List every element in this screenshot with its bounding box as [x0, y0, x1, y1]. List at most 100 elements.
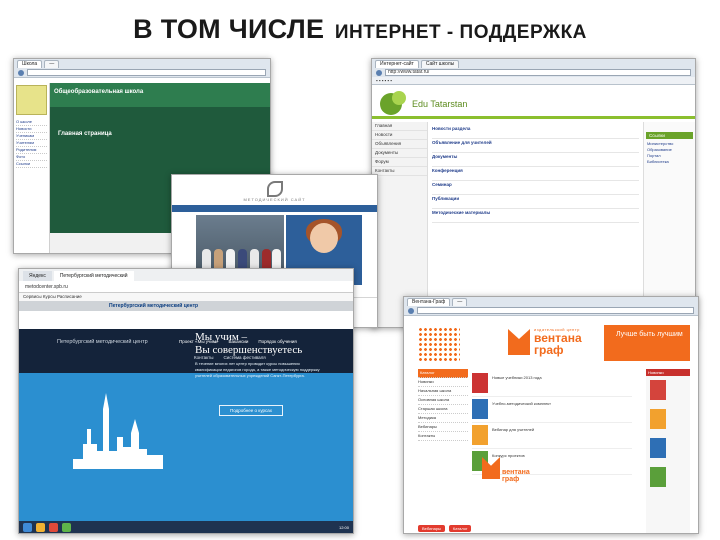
brand-name: издательский центр вентана граф: [534, 327, 582, 356]
menu-item[interactable]: Учителям: [16, 140, 47, 147]
list-item[interactable]: Методические материалы: [432, 209, 639, 223]
list-item[interactable]: Учебно-методический комплект: [472, 397, 632, 423]
list-item[interactable]: Семинар: [432, 181, 639, 195]
logo-line: вентана: [502, 469, 530, 476]
browser-chrome: Интернет-сайт Сайт школы http://www.tata…: [372, 59, 695, 85]
menu-item[interactable]: Родителям: [16, 147, 47, 154]
browser-chrome: Вентана-Граф —: [404, 297, 698, 316]
nav-item[interactable]: Методика: [418, 414, 468, 423]
screenshot-spb-method-center: Яндекс Петербургский методический metodc…: [18, 268, 354, 534]
promo-banner[interactable]: Лучше быть лучшим: [604, 325, 690, 361]
slide-title-sub: ИНТЕРНЕТ - ПОДДЕРЖКА: [334, 22, 587, 43]
site-brand: Общеобразовательная школа: [54, 89, 144, 95]
screenshot-ventana-graf: Вентана-Граф — издательский центр вентан…: [403, 296, 699, 534]
book-cover[interactable]: [650, 409, 666, 429]
hero-headline-line: Вы совершенствуетесь: [195, 344, 303, 356]
banner-text: Лучше быть лучшим: [616, 331, 683, 338]
list-item[interactable]: Документы: [432, 153, 639, 167]
site-caption: МЕТОДИЧЕСКИЙ САЙТ: [243, 197, 306, 202]
nav-item[interactable]: Объявления: [372, 140, 427, 149]
nav-item[interactable]: Документы: [372, 149, 427, 158]
address-bar: [14, 68, 270, 77]
list-item-title: Конференция: [432, 168, 463, 173]
nav-item[interactable]: Форум: [372, 158, 427, 167]
nav-header: Каталог: [418, 369, 468, 378]
list-item[interactable]: Новости раздела: [432, 125, 639, 139]
url-field[interactable]: metodcenter.spb.ru: [19, 281, 353, 293]
browser-tab[interactable]: Вентана-Граф: [407, 298, 451, 306]
menu-item[interactable]: Ссылки: [16, 161, 47, 168]
nav-item[interactable]: Старшая школа: [418, 405, 468, 414]
back-icon[interactable]: [18, 69, 24, 76]
nav-item[interactable]: Основная школа: [418, 396, 468, 405]
menu-item[interactable]: О школе: [16, 119, 47, 126]
news-list: Новые учебники 2013 года Учебно-методиче…: [472, 371, 632, 533]
list-item-title: Публикации: [432, 196, 460, 201]
site-logo-text: Edu Tatarstan: [412, 99, 468, 109]
book-thumbnail: [472, 399, 488, 419]
nav-item[interactable]: Новинки: [418, 378, 468, 387]
footer-link[interactable]: Вебинары: [418, 524, 445, 532]
list-item[interactable]: Вебинар для учителей: [472, 423, 632, 449]
list-item-title: Новые учебники 2013 года: [492, 375, 542, 380]
browser-tab[interactable]: Яндекс: [23, 271, 52, 281]
logo-mark-icon: [482, 457, 500, 479]
nav-item[interactable]: Начальная школа: [418, 387, 468, 396]
browser-tab[interactable]: Интернет-сайт: [375, 60, 419, 68]
url-field[interactable]: [417, 307, 694, 314]
tab-bar: Школа —: [14, 59, 270, 68]
book-cover[interactable]: [650, 438, 666, 458]
book-thumbnail: [472, 373, 488, 393]
back-icon[interactable]: [408, 307, 414, 314]
browser-icon[interactable]: [49, 522, 58, 532]
nav-item[interactable]: Вебинары: [418, 423, 468, 432]
nav-item[interactable]: Главная: [372, 122, 427, 131]
book-cover[interactable]: [650, 380, 666, 400]
menu-item[interactable]: Фото: [16, 154, 47, 161]
logo-icon: [266, 181, 283, 197]
right-link[interactable]: Библиотека: [644, 159, 695, 165]
site-brand: Петербургский методический центр: [57, 339, 148, 345]
browser-tab[interactable]: Сайт школы: [420, 60, 460, 68]
list-item-title: Методические материалы: [432, 210, 491, 215]
back-icon[interactable]: [376, 69, 382, 76]
slide-title: В ТОМ ЧИСЛЕ ИНТЕРНЕТ - ПОДДЕРЖКА: [0, 14, 720, 45]
folder-icon[interactable]: [36, 522, 45, 532]
left-nav: Каталог Новинки Начальная школа Основная…: [418, 369, 468, 533]
browser-tab[interactable]: Школа: [17, 60, 43, 68]
nav-item[interactable]: Главная: [172, 214, 193, 219]
nav-item[interactable]: Новости: [372, 131, 427, 140]
bookmarks-bar: Сервисы Курсы Расписание: [19, 293, 353, 301]
list-item-title: Семинар: [432, 182, 452, 187]
list-item[interactable]: Новые учебники 2013 года: [472, 371, 632, 397]
bookmarks-bar: ▪ ▪ ▪ ▪ ▪ ▪: [372, 77, 695, 84]
list-item[interactable]: Объявление для учителей: [432, 139, 639, 153]
start-icon[interactable]: [23, 522, 32, 532]
list-item-title: Вебинар для учителей: [492, 427, 535, 432]
book-thumbnail: [472, 425, 488, 445]
os-taskbar: 12:00: [19, 521, 353, 533]
left-column: О школе Новости Ученикам Учителям Родите…: [14, 83, 50, 253]
list-item-title: Учебно-методический комплект: [492, 401, 551, 406]
browser-tab[interactable]: —: [452, 298, 468, 306]
hero-headline: Мы учим – Вы совершенствуетесь: [195, 331, 302, 357]
url-field[interactable]: [27, 69, 266, 76]
nav-item[interactable]: Контакты: [372, 167, 427, 176]
url-field[interactable]: http://www.tatar.ru/: [385, 69, 691, 76]
nav-item[interactable]: Контакты: [418, 432, 468, 441]
city-skyline-icon: [73, 393, 163, 469]
secondary-logo: вентана граф: [482, 457, 530, 495]
menu-item[interactable]: Новости: [16, 126, 47, 133]
footer-link[interactable]: Каталог: [448, 524, 472, 532]
book-cover[interactable]: [650, 467, 666, 487]
browser-tab[interactable]: —: [44, 60, 60, 68]
app-icon[interactable]: [62, 522, 71, 532]
details-button[interactable]: Подробнее о курсах: [219, 405, 283, 416]
page-heading: Главная страница: [58, 131, 112, 137]
browser-tab[interactable]: Петербургский методический: [53, 271, 134, 281]
left-menu: О школе Новости Ученикам Учителям Родите…: [14, 117, 49, 170]
list-item[interactable]: Публикации: [432, 195, 639, 209]
list-item[interactable]: Конференция: [432, 167, 639, 181]
menu-item[interactable]: Ученикам: [16, 133, 47, 140]
tab-bar: Яндекс Петербургский методический: [19, 269, 353, 281]
